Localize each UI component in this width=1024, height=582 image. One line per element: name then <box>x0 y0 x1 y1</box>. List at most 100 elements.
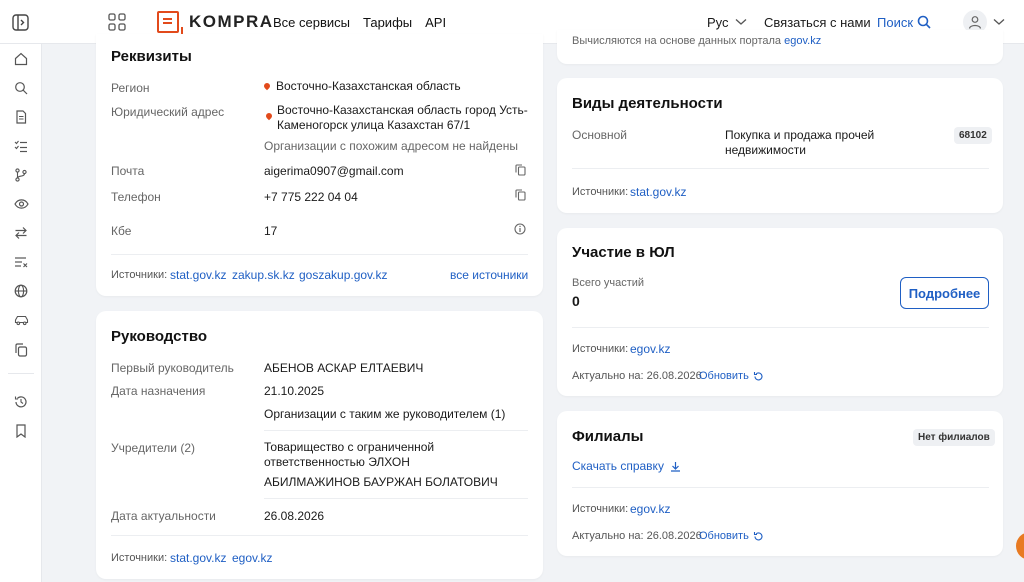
branch-icon <box>15 168 27 182</box>
rail-branch-button[interactable] <box>13 167 29 183</box>
participation-card: Участие в ЮЛ Всего участий 0 Подробнее И… <box>557 228 1003 396</box>
rail-filter-button[interactable] <box>13 254 29 270</box>
sources-label: Источники: <box>572 343 629 355</box>
chat-widget-button[interactable] <box>1016 532 1024 560</box>
bookmark-icon <box>16 424 26 438</box>
download-label: Скачать справку <box>572 459 664 473</box>
source-link-egov[interactable]: egov.kz <box>232 551 272 565</box>
actual-on-label: Актуально на: 26.08.2026 <box>572 530 702 542</box>
sources-label: Источники: <box>111 269 168 281</box>
address-value[interactable]: Восточно-Казахстанская область город Уст… <box>277 103 542 133</box>
source-link-stat[interactable]: stat.gov.kz <box>170 268 226 282</box>
same-head-link[interactable]: Организации с таким же руководителем (1) <box>264 407 505 422</box>
rail-history-button[interactable] <box>13 394 29 410</box>
rail-car-button[interactable] <box>13 312 29 328</box>
nav-tariffs[interactable]: Тарифы <box>363 15 412 30</box>
founders-label: Учредители (2) <box>111 441 196 455</box>
chevron-down-icon <box>735 19 746 25</box>
region-value: Восточно-Казахстанская область <box>276 79 461 93</box>
kbe-label: Кбе <box>111 224 132 238</box>
email-value[interactable]: aigerima0907@gmail.com <box>264 164 404 179</box>
globe-icon <box>14 284 28 298</box>
more-details-button[interactable]: Подробнее <box>900 277 989 309</box>
download-icon <box>670 461 680 472</box>
copy-icon <box>514 189 526 201</box>
logo-mark-icon <box>157 11 183 37</box>
download-certificate-button[interactable]: Скачать справку <box>572 459 681 473</box>
rail-checklist-button[interactable] <box>13 138 29 154</box>
actual-date-value: 26.08.2026 <box>264 509 325 523</box>
location-pin-icon <box>262 81 272 91</box>
copy-icon <box>15 343 28 357</box>
founder-2: АБИЛМАЖИНОВ БАУРЖАН БОЛАТОВИЧ <box>264 475 498 489</box>
rail-search-button[interactable] <box>13 80 29 96</box>
source-link-egov[interactable]: egov.kz <box>630 342 670 356</box>
chevron-down-icon <box>993 19 1005 25</box>
rail-document-button[interactable] <box>13 109 29 125</box>
management-card: Руководство Первый руководитель АБЕНОВ А… <box>96 311 543 579</box>
location-pin-icon <box>264 111 274 121</box>
appointment-date-value: 21.10.2025 <box>264 384 325 398</box>
source-link-goszakup[interactable]: goszakup.gov.kz <box>299 268 388 282</box>
management-title: Руководство <box>111 328 208 345</box>
refresh-button[interactable]: Обновить <box>699 530 764 542</box>
main-activity-label: Основной <box>572 128 628 142</box>
copy-email-button[interactable] <box>514 164 526 176</box>
total-participation-value: 0 <box>572 293 580 309</box>
phone-value: +7 775 222 04 04 <box>264 190 358 204</box>
source-link-stat[interactable]: stat.gov.kz <box>170 551 226 565</box>
copy-phone-button[interactable] <box>514 189 526 201</box>
region-label: Регион <box>111 81 150 95</box>
divider <box>111 535 528 536</box>
region-link[interactable]: Восточно-Казахстанская область <box>262 79 461 94</box>
appointment-date-label: Дата назначения <box>111 384 206 398</box>
rail-compare-button[interactable] <box>13 225 29 241</box>
activities-title: Виды деятельности <box>572 95 723 112</box>
nav-all-services[interactable]: Все сервисы <box>273 15 350 30</box>
branches-title: Филиалы <box>572 428 644 445</box>
rail-home-button[interactable] <box>13 51 29 67</box>
divider <box>111 254 528 255</box>
apps-grid-icon <box>108 13 126 31</box>
history-icon <box>14 396 27 408</box>
sidebar-toggle-button[interactable] <box>12 0 29 44</box>
home-icon <box>14 52 28 66</box>
search-icon <box>917 15 931 29</box>
head-value: АБЕНОВ АСКАР ЕЛТАЕВИЧ <box>264 361 424 375</box>
refresh-button[interactable]: Обновить <box>699 370 764 382</box>
language-label: Рус <box>707 14 729 30</box>
sources-label: Источники: <box>572 503 629 515</box>
copy-icon <box>514 164 526 176</box>
divider <box>572 487 989 488</box>
rail-copy-button[interactable] <box>13 342 29 358</box>
branches-card: Филиалы Нет филиалов Скачать справку Ист… <box>557 411 1003 556</box>
refresh-label: Обновить <box>699 530 749 542</box>
nav-api[interactable]: API <box>425 15 446 30</box>
rail-watch-button[interactable] <box>13 196 29 212</box>
requisites-card: Реквизиты Регион Восточно-Казахстанская … <box>96 34 543 296</box>
eye-icon <box>13 199 29 209</box>
actual-date-label: Дата актуальности <box>111 509 216 523</box>
kbe-info-button[interactable] <box>514 223 526 235</box>
rail-globe-button[interactable] <box>13 283 29 299</box>
source-link-egov[interactable]: egov.kz <box>630 502 670 516</box>
phone-label: Телефон <box>111 190 161 204</box>
total-participation-label: Всего участий <box>572 277 645 289</box>
source-link-stat[interactable]: stat.gov.kz <box>630 185 686 199</box>
founder-link-1[interactable]: Товарищество с ограниченной ответственно… <box>264 440 484 470</box>
activities-card: Виды деятельности Основной Покупка и про… <box>557 78 1003 213</box>
all-sources-link[interactable]: все источники <box>450 268 528 282</box>
kbe-value: 17 <box>264 224 278 238</box>
divider <box>572 327 989 328</box>
info-icon <box>514 223 526 235</box>
address-label: Юридический адрес <box>111 105 225 119</box>
sources-label: Источники: <box>572 186 629 198</box>
top-right-clip-link[interactable]: egov.kz <box>784 35 821 47</box>
logo-text: KOMPRA <box>189 12 274 31</box>
activity-code-badge: 68102 <box>954 127 992 144</box>
source-link-zakup[interactable]: zakup.sk.kz <box>232 268 295 282</box>
actual-on-label: Актуально на: 26.08.2026 <box>572 370 702 382</box>
car-icon <box>14 315 28 326</box>
email-label: Почта <box>111 164 145 178</box>
rail-bookmark-button[interactable] <box>13 423 29 439</box>
